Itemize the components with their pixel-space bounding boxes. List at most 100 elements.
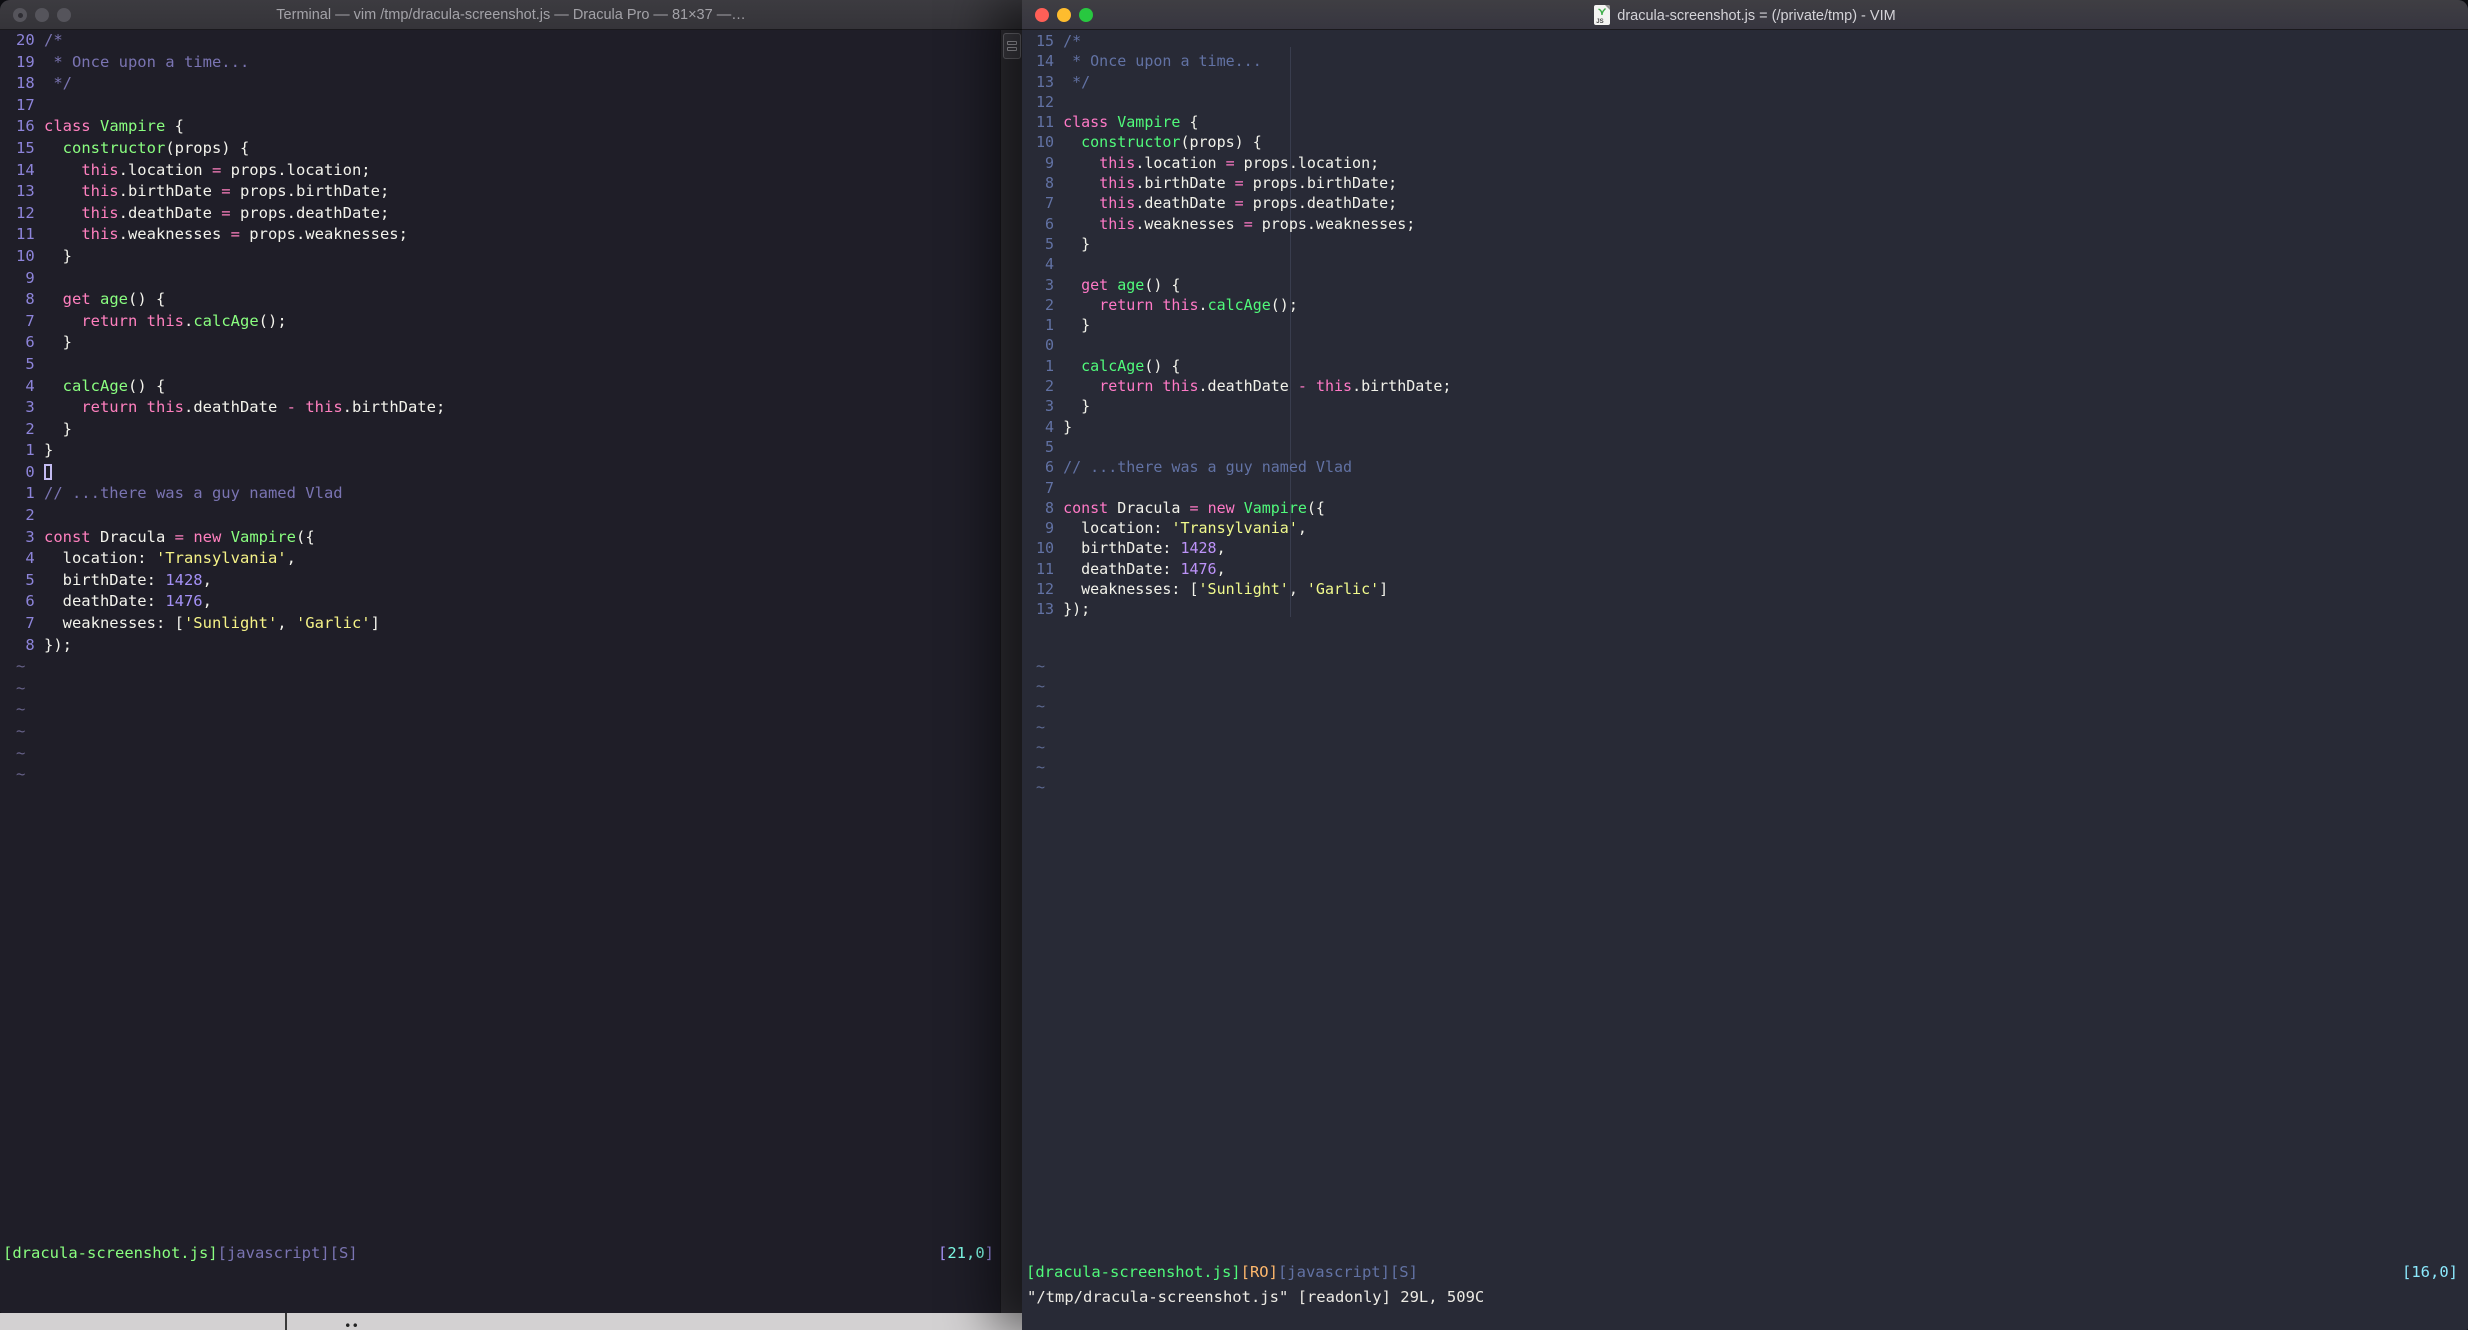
document-icon[interactable]: JS xyxy=(1594,4,1611,25)
line-number: 9 xyxy=(1045,153,1055,172)
tilde-marker: ~ xyxy=(1036,778,1046,797)
tilde-marker: ~ xyxy=(16,722,26,740)
line-number: 18 xyxy=(16,74,35,93)
code-text: class Vampire { xyxy=(1063,113,1199,132)
code-line: 12 weaknesses: ['Sunlight', 'Garlic'] xyxy=(1036,579,2446,599)
line-number: 15 xyxy=(1036,32,1055,50)
line-number: 5 xyxy=(1045,234,1055,253)
code-text: this.deathDate = props.deathDate; xyxy=(81,203,390,222)
code-line: 12 xyxy=(1036,92,2446,112)
code-text: const Dracula = new Vampire({ xyxy=(1063,498,1325,517)
sprout-icon xyxy=(1598,7,1607,15)
code-text: * Once upon a time... xyxy=(43,52,250,71)
terminal-titlebar[interactable]: Terminal — vim /tmp/dracula-screenshot.j… xyxy=(0,0,1022,30)
code-line: 2 return this.deathDate - this.birthDate… xyxy=(1036,376,2446,396)
tilde-marker: ~ xyxy=(1036,737,1046,756)
code-text: constructor(props) { xyxy=(62,138,250,157)
code-line: 2 return this.calcAge(); xyxy=(1036,295,2446,315)
code-line: 8 const Dracula = new Vampire({ xyxy=(1036,498,2446,518)
code-line: 6 this.weaknesses = props.weaknesses; xyxy=(1036,214,2446,234)
code-line: 4 xyxy=(1036,254,2446,274)
code-line: 15 /* xyxy=(1036,31,2446,51)
code-line: 10 constructor(props) { xyxy=(1036,132,2446,152)
code-line: 6 deathDate: 1476, xyxy=(16,591,990,613)
line-number: 16 xyxy=(16,117,35,136)
statusline-ruler: [16,0] xyxy=(2402,1263,2458,1281)
line-number: 7 xyxy=(25,614,35,633)
code-line: 19 * Once upon a time... xyxy=(16,52,990,74)
code-line: 5 birthDate: 1428, xyxy=(16,570,990,592)
line-number: 11 xyxy=(1036,559,1055,578)
line-number: 10 xyxy=(1036,133,1055,152)
code-text: calcAge() { xyxy=(62,376,166,395)
code-text: /* xyxy=(43,31,63,49)
code-line: 14 this.location = props.location; xyxy=(16,160,990,182)
modified-dot-icon xyxy=(17,12,23,18)
code-line: 8 this.birthDate = props.birthDate; xyxy=(1036,173,2446,193)
code-line: 5 xyxy=(16,354,990,376)
line-number: 15 xyxy=(16,138,35,157)
vim-cursor xyxy=(43,463,52,480)
line-number: 5 xyxy=(25,354,35,373)
code-line: 3 return this.deathDate - this.birthDate… xyxy=(16,397,990,419)
code-line: 6 // ...there was a guy named Vlad xyxy=(1036,457,2446,477)
split-pane-button[interactable] xyxy=(1003,33,1021,59)
line-number: 10 xyxy=(16,246,35,265)
statusline-file-info: [dracula-screenshot.js][javascript][S] xyxy=(3,1244,358,1262)
vim-commandline: "/tmp/dracula-screenshot.js" [readonly] … xyxy=(1027,1288,1485,1306)
code-text: } xyxy=(1063,316,1091,335)
line-number: 6 xyxy=(1045,458,1055,477)
line-number: 4 xyxy=(25,549,35,568)
background-divider xyxy=(285,1313,287,1330)
vim-buffer[interactable]: 20/* 19 * Once upon a time... 18 */17 16 cla… xyxy=(16,30,990,786)
code-line: 0 xyxy=(16,462,990,484)
code-text: }); xyxy=(1063,600,1091,619)
code-text: } xyxy=(43,246,72,265)
minimize-button[interactable] xyxy=(1057,8,1071,22)
line-number: 0 xyxy=(1045,336,1055,355)
line-number: 11 xyxy=(1036,113,1055,132)
zoom-button[interactable] xyxy=(1079,8,1093,22)
code-line: 12 this.deathDate = props.deathDate; xyxy=(16,203,990,225)
close-button[interactable] xyxy=(1035,8,1049,22)
zoom-button[interactable] xyxy=(57,8,71,22)
line-number: 14 xyxy=(1036,52,1055,71)
line-number: 0 xyxy=(25,462,35,481)
line-number: 13 xyxy=(1036,600,1055,619)
code-line: 18 */ xyxy=(16,73,990,95)
code-text: this.deathDate = props.deathDate; xyxy=(1099,194,1398,213)
line-number: 20 xyxy=(16,31,35,49)
line-number: 8 xyxy=(1045,498,1055,517)
tilde-marker: ~ xyxy=(1036,697,1046,716)
window-title: JS dracula-screenshot.js = (/private/tmp)… xyxy=(1594,4,1896,25)
code-line: 8 get age() { xyxy=(16,289,990,311)
code-line: 20 /* xyxy=(16,30,990,52)
code-text: this.birthDate = props.birthDate; xyxy=(1099,174,1398,193)
minimize-button[interactable] xyxy=(35,8,49,22)
code-text: /* xyxy=(1063,32,1082,50)
vim-buffer[interactable]: 15/* 14 * Once upon a time... 13 */12 11 cla… xyxy=(1036,31,2446,798)
split-pane-icon xyxy=(1007,47,1017,51)
traffic-lights xyxy=(1035,8,1093,22)
close-button[interactable] xyxy=(13,8,27,22)
line-number: 6 xyxy=(1045,214,1055,233)
code-text: } xyxy=(1063,417,1073,436)
line-number: 2 xyxy=(1045,295,1055,314)
line-number: 1 xyxy=(1045,316,1055,335)
line-number: 6 xyxy=(25,592,35,611)
code-text: } xyxy=(43,419,72,438)
line-number: 1 xyxy=(25,484,35,503)
tilde-marker: ~ xyxy=(16,657,26,676)
code-text: deathDate: 1476, xyxy=(1063,559,1226,578)
macvim-titlebar[interactable]: JS dracula-screenshot.js = (/private/tmp)… xyxy=(1022,0,2468,30)
code-text: weaknesses: ['Sunlight', 'Garlic'] xyxy=(1063,580,1389,599)
line-number: 1 xyxy=(1045,356,1055,375)
code-text: } xyxy=(43,333,72,352)
tilde-marker: ~ xyxy=(16,743,26,762)
vim-statusline: [dracula-screenshot.js][javascript][S] [… xyxy=(3,1242,994,1264)
terminal-scrollbar[interactable] xyxy=(1000,30,1022,1313)
line-number: 19 xyxy=(16,52,35,71)
split-pane-icon xyxy=(1007,41,1017,45)
line-number: 9 xyxy=(1045,519,1055,538)
line-number: 13 xyxy=(16,182,35,201)
